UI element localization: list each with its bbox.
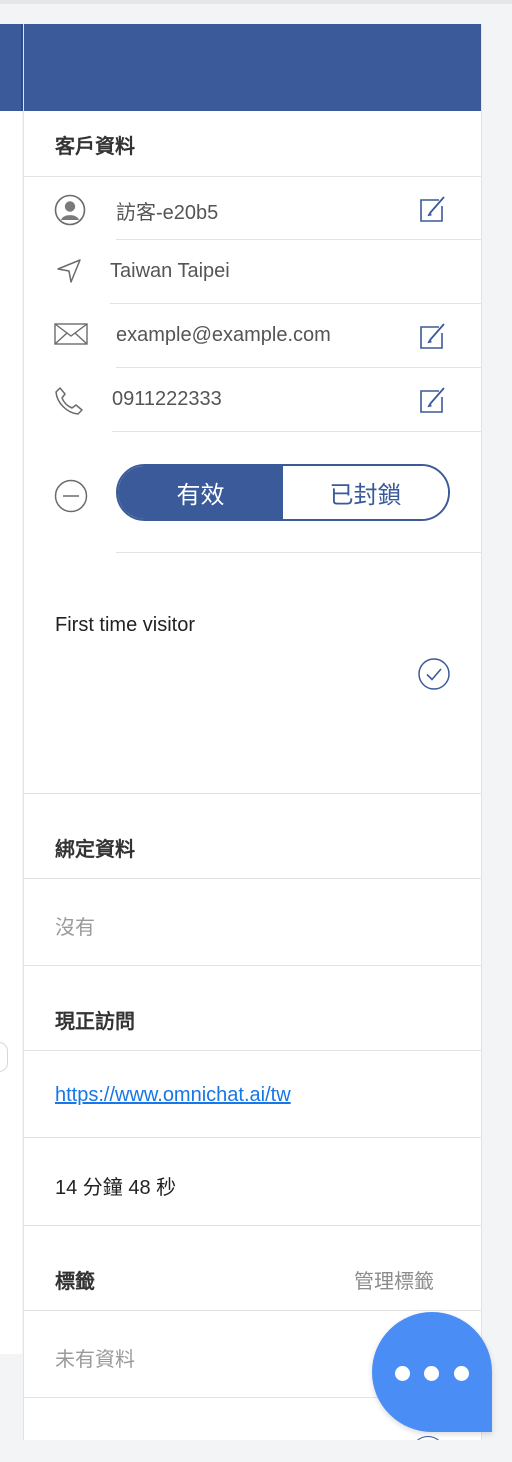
dot — [395, 1366, 410, 1381]
bound-data-title: 綁定資料 — [55, 839, 135, 861]
status-active-option[interactable]: 有效 — [118, 466, 283, 519]
phone-icon — [55, 387, 83, 415]
divider — [24, 1137, 481, 1138]
divider — [116, 552, 481, 553]
divider — [24, 1050, 481, 1051]
window-top-border — [0, 0, 512, 4]
current-visit-url-link[interactable]: https://www.omnichat.ai/tw — [55, 1084, 291, 1107]
tags-title: 標籤 — [55, 1271, 95, 1293]
divider — [110, 303, 481, 304]
panel-header — [24, 24, 481, 111]
current-visit-title: 現正訪問 — [55, 1011, 135, 1033]
location-arrow-icon — [57, 259, 81, 283]
status-toggle[interactable]: 有效 已封鎖 — [116, 464, 450, 521]
window-bottom-border — [0, 1440, 512, 1462]
edit-icon[interactable] — [418, 321, 448, 351]
bound-data-value: 沒有 — [55, 917, 95, 939]
customer-panel: 客戶資料 訪客-e20b5 Taiwan Taipei example@exam… — [23, 24, 482, 1440]
dot — [424, 1366, 439, 1381]
phone-text[interactable]: 0911222333 — [112, 388, 222, 411]
mail-icon — [54, 323, 88, 345]
minus-circle-icon — [54, 479, 88, 513]
left-pane-header — [0, 24, 22, 111]
email-text[interactable]: example@example.com — [116, 324, 331, 347]
divider — [116, 239, 481, 240]
visit-duration: 14 分鐘 48 秒 — [55, 1177, 177, 1199]
divider — [24, 176, 481, 177]
location-text: Taiwan Taipei — [110, 260, 230, 282]
left-pane-edge — [0, 24, 23, 1354]
divider — [116, 367, 481, 368]
tags-empty-text: 未有資料 — [55, 1349, 135, 1371]
divider — [24, 793, 481, 794]
status-blocked-option[interactable]: 已封鎖 — [283, 466, 448, 519]
divider — [24, 878, 481, 879]
divider — [24, 1310, 481, 1311]
divider — [24, 965, 481, 966]
note-text[interactable]: First time visitor — [55, 614, 195, 637]
left-pane-footer — [0, 1354, 22, 1440]
chat-more-icon[interactable] — [372, 1312, 492, 1432]
left-pane-scroll-handle[interactable] — [0, 1042, 8, 1072]
dot — [454, 1366, 469, 1381]
customer-info-title: 客戶資料 — [55, 136, 135, 158]
manage-tags-link[interactable]: 管理標籤 — [354, 1265, 434, 1294]
check-circle-icon[interactable] — [418, 658, 450, 690]
edit-icon[interactable] — [418, 385, 448, 415]
user-icon — [54, 194, 86, 226]
divider — [24, 1225, 481, 1226]
divider — [112, 431, 481, 432]
visitor-name[interactable]: 訪客-e20b5 — [116, 196, 218, 225]
edit-icon[interactable] — [418, 194, 448, 224]
